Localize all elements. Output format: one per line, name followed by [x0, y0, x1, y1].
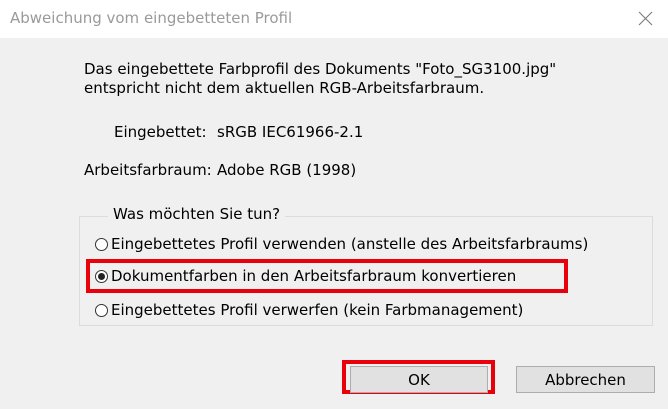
close-button[interactable]: [624, 0, 668, 38]
radio-button-checked[interactable]: [95, 269, 108, 283]
radio-discard-embedded[interactable]: Eingebettetes Profil verwerfen (kein Far…: [95, 300, 523, 320]
ok-button[interactable]: OK: [350, 366, 488, 393]
radio-convert[interactable]: Dokumentfarben in den Arbeitsfarbraum ko…: [95, 266, 516, 286]
radio-use-embedded[interactable]: Eingebettetes Profil verwenden (anstelle…: [95, 234, 588, 254]
message-line-2: entspricht nicht dem aktuellen RGB-Arbei…: [84, 79, 485, 97]
embedded-profile-label: Eingebettet:: [114, 123, 207, 141]
radio-label: Dokumentfarben in den Arbeitsfarbraum ko…: [111, 267, 517, 285]
cancel-button[interactable]: Abbrechen: [516, 366, 655, 393]
working-space-label: Arbeitsfarbraum:: [84, 161, 212, 179]
options-legend: Was möchten Sie tun?: [108, 205, 286, 223]
close-icon: [638, 11, 653, 26]
radio-label: Eingebettetes Profil verwenden (anstelle…: [111, 235, 589, 253]
title-bar: Abweichung vom eingebetteten Profil: [0, 0, 668, 38]
radio-label: Eingebettetes Profil verwerfen (kein Far…: [111, 301, 524, 319]
radio-button[interactable]: [95, 303, 108, 317]
window-title: Abweichung vom eingebetteten Profil: [10, 9, 293, 27]
working-space-value: Adobe RGB (1998): [217, 161, 357, 179]
radio-button[interactable]: [95, 237, 108, 251]
message-line-1: Das eingebettete Farbprofil des Dokument…: [84, 60, 557, 78]
embedded-profile-value: sRGB IEC61966-2.1: [217, 123, 364, 141]
